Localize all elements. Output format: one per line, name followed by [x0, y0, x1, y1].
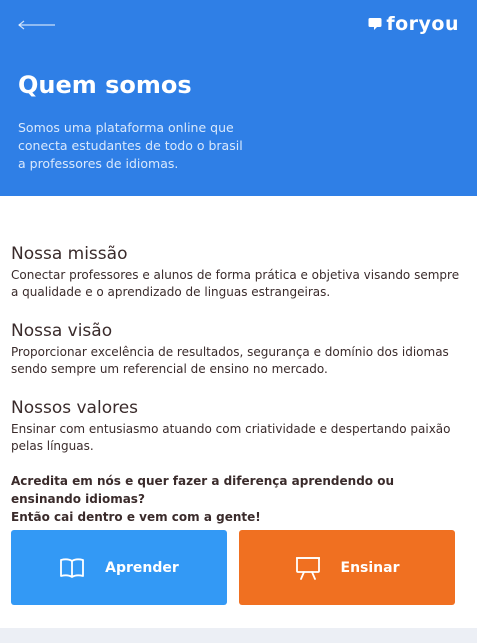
teach-button[interactable]: Ensinar	[239, 530, 455, 605]
logo[interactable]: foryou	[368, 12, 459, 36]
values-title: Nossos valores	[11, 398, 139, 418]
vision-text: Proporcionar excelência de resultados, s…	[11, 345, 449, 376]
call-to-action: Acredita em nós e quer fazer a diferença…	[11, 472, 466, 526]
hero-header: foryou Quem somos Somos uma plataforma o…	[0, 0, 477, 196]
book-icon	[60, 557, 85, 578]
teach-button-label: Ensinar	[340, 559, 400, 576]
values-text: Ensinar com entusiasmo atuando com criat…	[11, 422, 451, 453]
cta-line-1: Acredita em nós e quer fazer a diferença…	[11, 474, 395, 506]
values-section: Nossos valores Ensinar com entusiasmo at…	[11, 398, 466, 455]
mission-section: Nossa missão Conectar professores e alun…	[11, 244, 466, 301]
back-arrow-icon[interactable]	[17, 14, 57, 36]
learn-button-label: Aprender	[105, 559, 179, 576]
presentation-board-icon	[295, 556, 320, 580]
cta-line-2: Então cai dentro e vem com a gente!	[11, 510, 261, 524]
learn-button[interactable]: Aprender	[11, 530, 227, 605]
footer-strip	[0, 628, 477, 643]
page-title: Quem somos	[18, 71, 192, 99]
logo-text: foryou	[386, 13, 459, 35]
mission-text: Conectar professores e alunos de forma p…	[11, 268, 460, 299]
page-description: Somos uma plataforma online que conecta …	[18, 120, 243, 171]
chat-bubble-icon	[368, 18, 382, 30]
mission-title: Nossa missão	[11, 244, 128, 264]
vision-section: Nossa visão Proporcionar excelência de r…	[11, 321, 466, 378]
vision-title: Nossa visão	[11, 321, 113, 341]
